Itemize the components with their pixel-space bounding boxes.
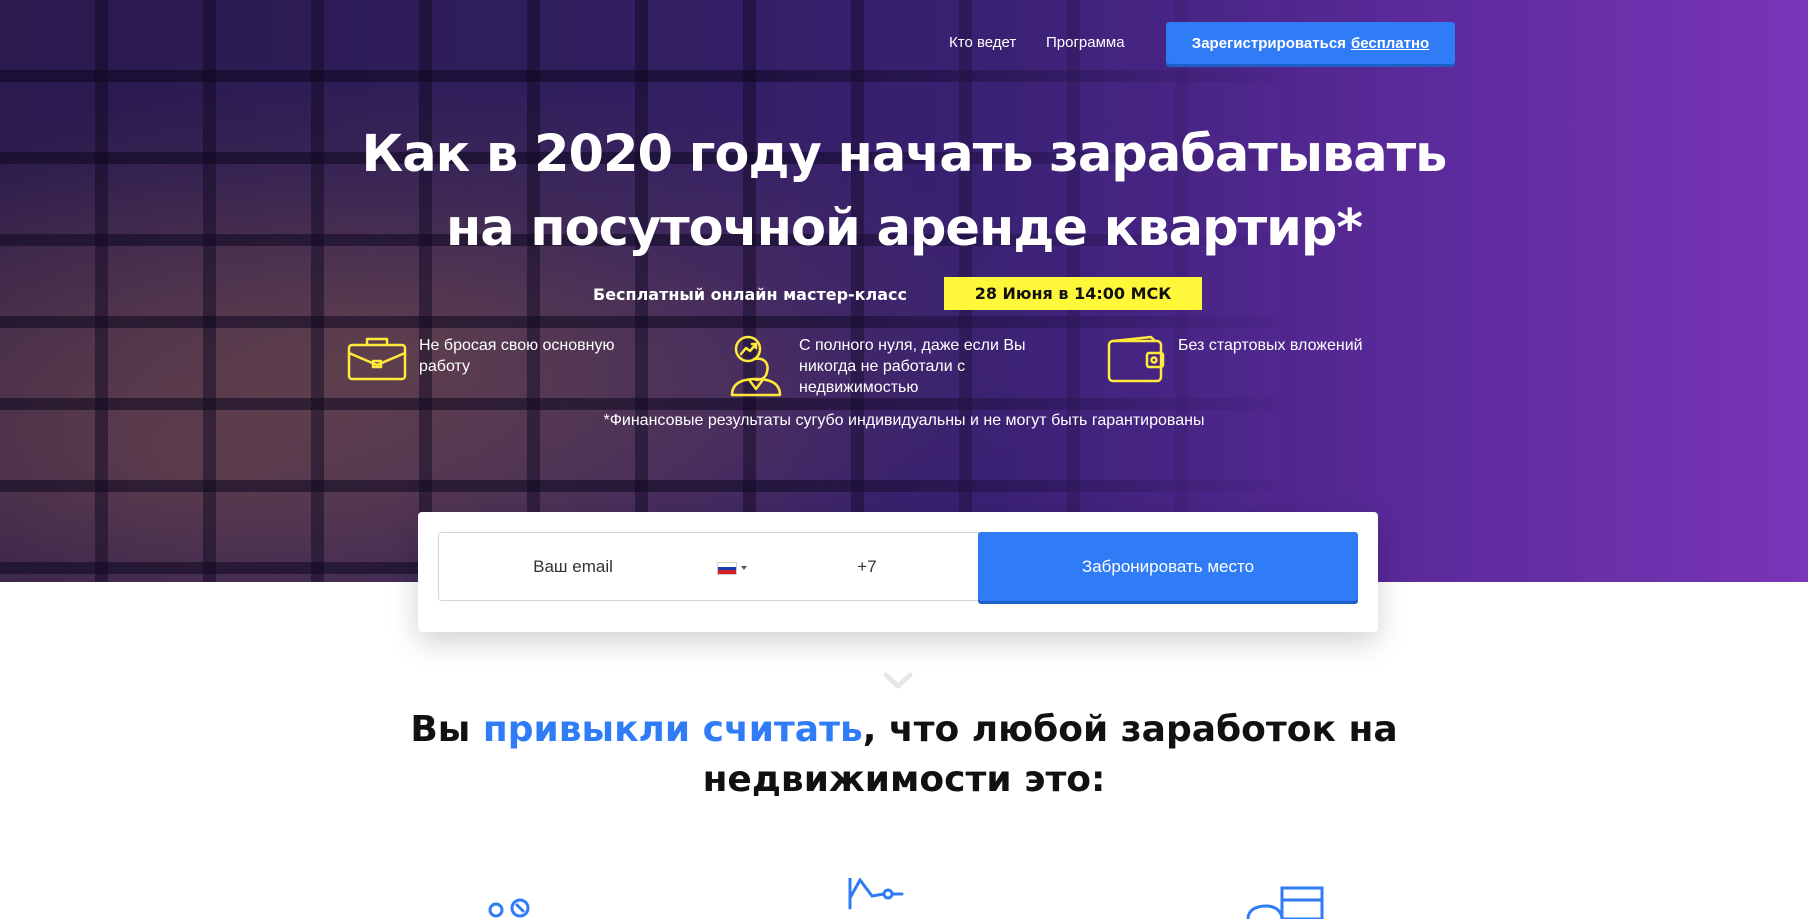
- crown-chart-icon: [848, 878, 904, 910]
- feature-text: С полного нуля, даже если Вы никогда не …: [799, 337, 1026, 396]
- registration-form: Забронировать место: [418, 512, 1378, 632]
- hero-section: Кто ведет Программа Зарегистрироваться б…: [0, 0, 1808, 582]
- section-title: Вы привыкли считать, что любой заработок…: [354, 705, 1454, 805]
- chevron-down-icon[interactable]: [883, 672, 913, 690]
- phone-field-wrapper: [707, 532, 979, 601]
- wallet-icon: [1107, 335, 1165, 383]
- nav-link-program[interactable]: Программа: [1046, 34, 1125, 51]
- register-free-label: бесплатно: [1350, 34, 1430, 52]
- hero-title: Как в 2020 году начать зарабатывать на п…: [254, 118, 1554, 266]
- top-nav: Кто ведет Программа Зарегистрироваться б…: [0, 22, 1808, 64]
- email-field[interactable]: [438, 532, 708, 601]
- stack-coins-icon: [1246, 886, 1324, 919]
- ru-flag-icon[interactable]: [717, 562, 737, 575]
- hero-subtitle: Бесплатный онлайн мастер-класс: [593, 285, 907, 304]
- section-title-part1: Вы: [410, 709, 483, 750]
- register-free-button[interactable]: Зарегистрироваться бесплатно: [1166, 22, 1455, 64]
- hero-title-line2: на посуточной аренде квартир*: [445, 199, 1363, 258]
- phone-field[interactable]: [767, 533, 967, 600]
- register-label: Зарегистрироваться: [1191, 34, 1346, 52]
- briefcase-icon: [347, 337, 407, 381]
- feature-text: Без стартовых вложений: [1178, 337, 1363, 354]
- section-title-highlight: привыкли считать: [482, 709, 863, 750]
- date-badge: 28 Июня в 14:00 МСК: [944, 277, 1202, 310]
- people-icon: [488, 898, 530, 918]
- section-title-part2: , что любой заработок на: [862, 709, 1398, 750]
- nav-link-who[interactable]: Кто ведет: [949, 34, 1016, 51]
- feature-text: Не бросая свою основную работу: [419, 337, 615, 375]
- hero-title-line1: Как в 2020 году начать зарабатывать: [361, 125, 1448, 184]
- person-chart-icon: [730, 335, 782, 397]
- section-title-line2: недвижимости это:: [702, 759, 1106, 800]
- book-place-button[interactable]: Забронировать место: [978, 532, 1358, 601]
- subtitle-row: Бесплатный онлайн мастер-класс 28 Июня в…: [0, 277, 1808, 311]
- disclaimer: *Финансовые результаты сугубо индивидуал…: [603, 412, 1205, 429]
- chevron-down-icon[interactable]: [741, 566, 747, 570]
